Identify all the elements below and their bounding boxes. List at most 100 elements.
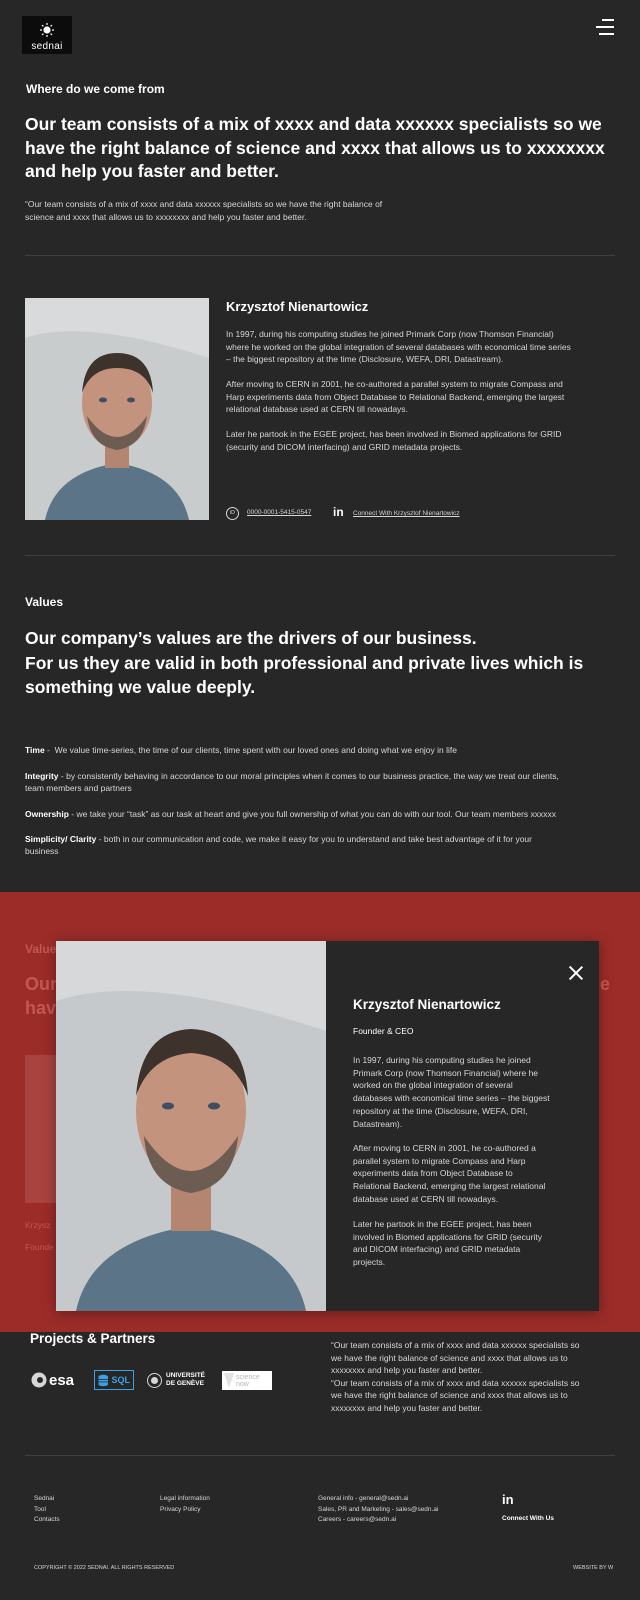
modal-paragraph-2: After moving to CERN in 2001, he co-auth…	[353, 1142, 567, 1206]
logo-wordmark: sednai	[31, 41, 63, 52]
footer-link-contacts[interactable]: Contacts	[34, 1515, 60, 1526]
footer-email-general[interactable]: General info - general@sedn.ai	[318, 1494, 438, 1505]
science-now-logo[interactable]: science now	[222, 1371, 272, 1390]
values-eyebrow: Values	[25, 595, 64, 609]
unige-line: DE GENÈVE	[166, 1380, 204, 1387]
sun-logo-icon	[40, 23, 54, 37]
copyright: COPYRIGHT © 2022 SEDNAI. ALL RIGHTS RESE…	[34, 1565, 175, 1571]
database-icon	[98, 1374, 109, 1386]
sql-wordmark: SQL	[111, 1375, 130, 1385]
value-text: we take your “task” as our task at heart…	[76, 809, 557, 819]
portrait-illustration	[25, 298, 209, 520]
value-text: We value time-series, the time of our cl…	[54, 745, 457, 755]
science-now-mark-icon	[224, 1373, 234, 1388]
hamburger-menu-icon[interactable]	[596, 18, 614, 36]
unige-wordmark: UNIVERSITÉ DE GENÈVE	[166, 1372, 205, 1388]
footer-legal-col: Legal information Privacy Policy	[160, 1494, 210, 1515]
partners-quote: “Our team consists of a mix of xxxx and …	[331, 1339, 621, 1414]
bio-line: Later he partook in the EGEE project, ha…	[226, 429, 562, 439]
bio-line: – the biggest repository at the time (Di…	[226, 354, 504, 364]
linkedin-connect-link[interactable]: Connect With Krzysztof Nienartowicz	[353, 510, 460, 517]
sql-logo[interactable]: SQL	[94, 1370, 134, 1390]
orcid-icon: iD	[226, 507, 239, 520]
value-line: Integrity - by consistently behaving in …	[25, 770, 620, 782]
modal-line: worked on the global integration of seve…	[353, 1080, 513, 1091]
esa-mark-icon	[31, 1372, 47, 1388]
esa-wordmark: esa	[49, 1371, 75, 1389]
value-item-integrity: Integrity - by consistently behaving in …	[25, 770, 620, 794]
modal-line: projects.	[353, 1257, 386, 1268]
footer-email-careers[interactable]: Careers - careers@sedn.ai	[318, 1515, 438, 1526]
bio-line: After moving to CERN in 2001, he co-auth…	[226, 379, 563, 389]
quote-line: we have the right balance of science and…	[331, 1352, 568, 1363]
partners-title: Projects & Partners	[30, 1331, 156, 1346]
close-icon[interactable]	[569, 966, 583, 980]
modal-name: Krzysztof Nienartowicz	[353, 997, 501, 1012]
science-now-line: science	[236, 1373, 260, 1381]
modal-line: Primark Corp (now Thomson Financial) whe…	[353, 1067, 539, 1078]
footer-connect-link[interactable]: Connect With Us	[502, 1515, 554, 1522]
footer-link-sednai[interactable]: Sednai	[34, 1494, 60, 1505]
intro-headline: Our team consists of a mix of xxxx and d…	[25, 113, 625, 184]
value-separator: -	[44, 745, 55, 755]
ghost-role: Founde	[25, 1242, 54, 1252]
ghost-name: Krzysz	[25, 1220, 51, 1230]
bio-line: (security and DICOM interfacing) and GRI…	[226, 441, 463, 452]
unige-logo[interactable]: UNIVERSITÉ DE GENÈVE	[147, 1370, 205, 1390]
footer-link-privacy[interactable]: Privacy Policy	[160, 1505, 210, 1516]
modal-line: After moving to CERN in 2001, he co-auth…	[353, 1143, 536, 1153]
ghost-headline: Our	[25, 974, 58, 994]
footer-contact-col: General info - general@sedn.ai Sales, PR…	[318, 1494, 438, 1526]
quote-line: we have the right balance of science and…	[331, 1390, 568, 1400]
footer-link-tool[interactable]: Tool	[34, 1505, 60, 1516]
headline-line: For us they are valid in both profession…	[25, 652, 584, 673]
section-divider	[25, 1455, 615, 1456]
orcid-link[interactable]: 0000-0001-5415-0547	[247, 509, 311, 516]
value-line: Ownership - we take your “task” as our t…	[25, 808, 620, 820]
modal-line: experiments data from Object Database to	[353, 1168, 513, 1179]
modal-line: In 1997, during his computing studies he…	[353, 1055, 531, 1065]
value-text: team members and partners	[25, 783, 132, 793]
sednai-logo[interactable]: sednai	[22, 16, 72, 54]
footer-link-legal[interactable]: Legal information	[160, 1494, 210, 1505]
quote-line: “Our team consists of a mix of xxxx and …	[25, 199, 383, 209]
bio-paragraph-3: Later he partook in the EGEE project, ha…	[226, 428, 606, 453]
value-separator: -	[58, 771, 67, 781]
headline-line: and help you faster and better.	[25, 161, 279, 181]
value-separator: -	[68, 809, 77, 819]
intro-eyebrow: Where do we come from	[26, 82, 165, 96]
headline-line: have the right balance of science and xx…	[25, 137, 605, 158]
quote-line: “Our team consists of a mix of xxxx and …	[331, 1340, 580, 1350]
linkedin-icon[interactable]: in	[502, 1492, 514, 1507]
science-now-wordmark: science now	[236, 1374, 260, 1388]
modal-line: Later he partook in the EGEE project, ha…	[353, 1219, 532, 1229]
modal-paragraph-1: In 1997, during his computing studies he…	[353, 1054, 567, 1130]
footer-email-sales[interactable]: Sales, PR and Marketing - sales@sedn.ai	[318, 1505, 438, 1516]
bio-line: In 1997, during his computing studies he…	[226, 329, 554, 339]
value-separator: -	[96, 834, 104, 844]
modal-line: involved in Biomed applications for GRID…	[353, 1231, 542, 1242]
bio-line: Harp experiments data from Object Databa…	[226, 391, 565, 402]
modal-line: Relational Backend, emerging the largest…	[353, 1181, 546, 1192]
value-item-ownership: Ownership - we take your “task” as our t…	[25, 808, 620, 820]
headline-line: something we value deeply.	[25, 677, 256, 697]
ghost-headline: hav	[25, 998, 57, 1018]
value-term: Integrity	[25, 771, 59, 781]
modal-line: repository at the time (Disclosure, WEFA…	[353, 1105, 528, 1116]
esa-logo[interactable]: esa	[31, 1370, 74, 1390]
quote-line: xxxxxxxx and help you faster and better.	[331, 1402, 483, 1413]
website-credit[interactable]: WEBSITE BY W	[573, 1563, 613, 1574]
university-seal-icon	[147, 1372, 162, 1388]
value-line: Simplicity/ Clarity - both in our commun…	[25, 833, 620, 845]
portrait-illustration	[56, 941, 326, 1311]
bio-modal: Krzysztof Nienartowicz Founder & CEO In …	[56, 941, 599, 1311]
value-item-simplicity: Simplicity/ Clarity - both in our commun…	[25, 833, 620, 857]
science-now-line: now	[236, 1380, 249, 1388]
linkedin-icon[interactable]: in	[333, 505, 344, 519]
values-headline: Our company’s values are the drivers of …	[25, 626, 625, 700]
bio-line: where he worked on the global integratio…	[226, 341, 571, 352]
intro-quote: “Our team consists of a mix of xxxx and …	[25, 198, 445, 223]
value-text: both in our communication and code, we m…	[103, 834, 532, 844]
value-text: by consistently behaving in accordance t…	[66, 771, 559, 781]
bio-line: relational database used at CERN till no…	[226, 404, 408, 414]
